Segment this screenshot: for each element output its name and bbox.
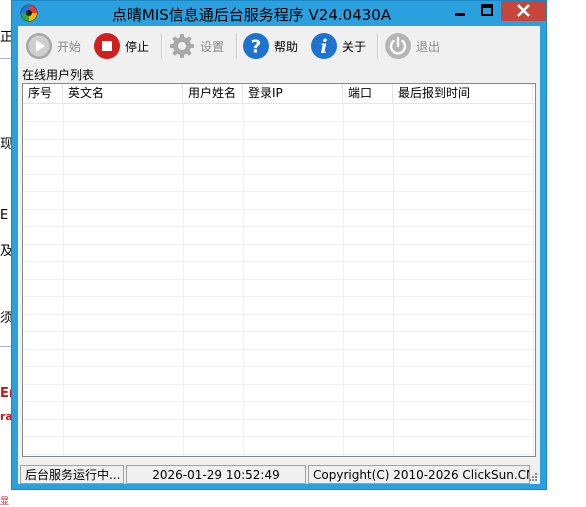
gridline-horizontal bbox=[23, 401, 535, 402]
about-button[interactable]: i 关于 bbox=[310, 31, 366, 61]
gridline-horizontal bbox=[23, 314, 535, 315]
gridline-horizontal bbox=[23, 174, 535, 175]
window-title: 点晴MIS信息通后台服务程序 V24.0430A bbox=[111, 6, 392, 24]
column-header-index[interactable]: 序号 bbox=[23, 84, 63, 103]
gridline-horizontal bbox=[23, 209, 535, 210]
minimize-icon bbox=[455, 13, 465, 16]
online-users-table[interactable]: 序号 英文名 用户姓名 登录IP 端口 最后报到时间 bbox=[22, 83, 536, 457]
status-copyright: Copyright(C) 2010-2026 ClickSun.CN bbox=[308, 465, 530, 484]
gridline-horizontal bbox=[23, 191, 535, 192]
gridline-horizontal bbox=[23, 261, 535, 262]
stop-icon bbox=[94, 33, 120, 59]
background-text: 显 bbox=[0, 497, 10, 507]
settings-label: 设置 bbox=[200, 39, 225, 54]
table-header: 序号 英文名 用户姓名 登录IP 端口 最后报到时间 bbox=[23, 84, 535, 104]
exit-button[interactable]: 退出 bbox=[384, 31, 440, 61]
background-text: E bbox=[0, 208, 9, 223]
gridline-horizontal bbox=[23, 226, 535, 227]
toolbar: 开始 停止 设置 ? 帮助 i 关于 退出 bbox=[18, 26, 540, 66]
gridline-horizontal bbox=[23, 331, 535, 332]
start-button[interactable]: 开始 bbox=[25, 31, 81, 61]
info-icon: i bbox=[311, 33, 337, 59]
gridline-horizontal bbox=[23, 366, 535, 367]
column-header-english-name[interactable]: 英文名 bbox=[63, 84, 183, 103]
gridline-horizontal bbox=[23, 279, 535, 280]
toolbar-separator bbox=[236, 33, 238, 59]
column-header-user-name[interactable]: 用户姓名 bbox=[183, 84, 243, 103]
start-label: 开始 bbox=[57, 39, 82, 54]
gridline-horizontal bbox=[23, 296, 535, 297]
toolbar-separator bbox=[161, 33, 163, 59]
gridline-horizontal bbox=[23, 121, 535, 122]
maximize-icon bbox=[481, 4, 493, 16]
gridline-horizontal bbox=[23, 454, 535, 455]
gridline-horizontal bbox=[23, 384, 535, 385]
column-header-last-report-time[interactable]: 最后报到时间 bbox=[393, 84, 533, 103]
close-icon bbox=[517, 4, 530, 17]
play-icon bbox=[26, 33, 52, 59]
gridline-horizontal bbox=[23, 436, 535, 437]
client-area: 开始 停止 设置 ? 帮助 i 关于 退出 在线用户列表 序号 英文名 用户姓名… bbox=[18, 26, 540, 484]
gridline-horizontal bbox=[23, 419, 535, 420]
stop-label: 停止 bbox=[125, 39, 150, 54]
maximize-button[interactable] bbox=[474, 1, 500, 21]
toolbar-separator bbox=[377, 33, 379, 59]
help-label: 帮助 bbox=[274, 39, 299, 54]
online-users-caption: 在线用户列表 bbox=[22, 68, 95, 82]
close-button[interactable] bbox=[501, 1, 546, 21]
stop-button[interactable]: 停止 bbox=[93, 31, 149, 61]
gridline-horizontal bbox=[23, 139, 535, 140]
status-datetime: 2026-01-29 10:52:49 bbox=[126, 465, 306, 484]
service-status: 后台服务运行中... bbox=[20, 465, 124, 484]
settings-button[interactable]: 设置 bbox=[168, 31, 224, 61]
gridline-horizontal bbox=[23, 244, 535, 245]
main-window: 点晴MIS信息通后台服务程序 V24.0430A 开始 停止 设置 ? 帮助 i… bbox=[11, 0, 547, 490]
help-button[interactable]: ? 帮助 bbox=[242, 31, 298, 61]
svg-text:i: i bbox=[320, 36, 327, 58]
about-label: 关于 bbox=[342, 39, 367, 54]
resize-grip-icon[interactable] bbox=[528, 472, 538, 482]
column-header-login-ip[interactable]: 登录IP bbox=[243, 84, 343, 103]
gridline-horizontal bbox=[23, 156, 535, 157]
power-icon bbox=[385, 33, 411, 59]
app-icon[interactable] bbox=[20, 4, 38, 22]
exit-label: 退出 bbox=[416, 39, 441, 54]
gridline-horizontal bbox=[23, 349, 535, 350]
svg-text:?: ? bbox=[251, 37, 261, 58]
gear-icon bbox=[170, 34, 194, 58]
title-bar[interactable]: 点晴MIS信息通后台服务程序 V24.0430A bbox=[12, 1, 546, 25]
column-header-port[interactable]: 端口 bbox=[343, 84, 393, 103]
question-icon: ? bbox=[243, 33, 269, 59]
minimize-button[interactable] bbox=[447, 1, 473, 21]
status-bar: 后台服务运行中... 2026-01-29 10:52:49 Copyright… bbox=[18, 462, 540, 484]
